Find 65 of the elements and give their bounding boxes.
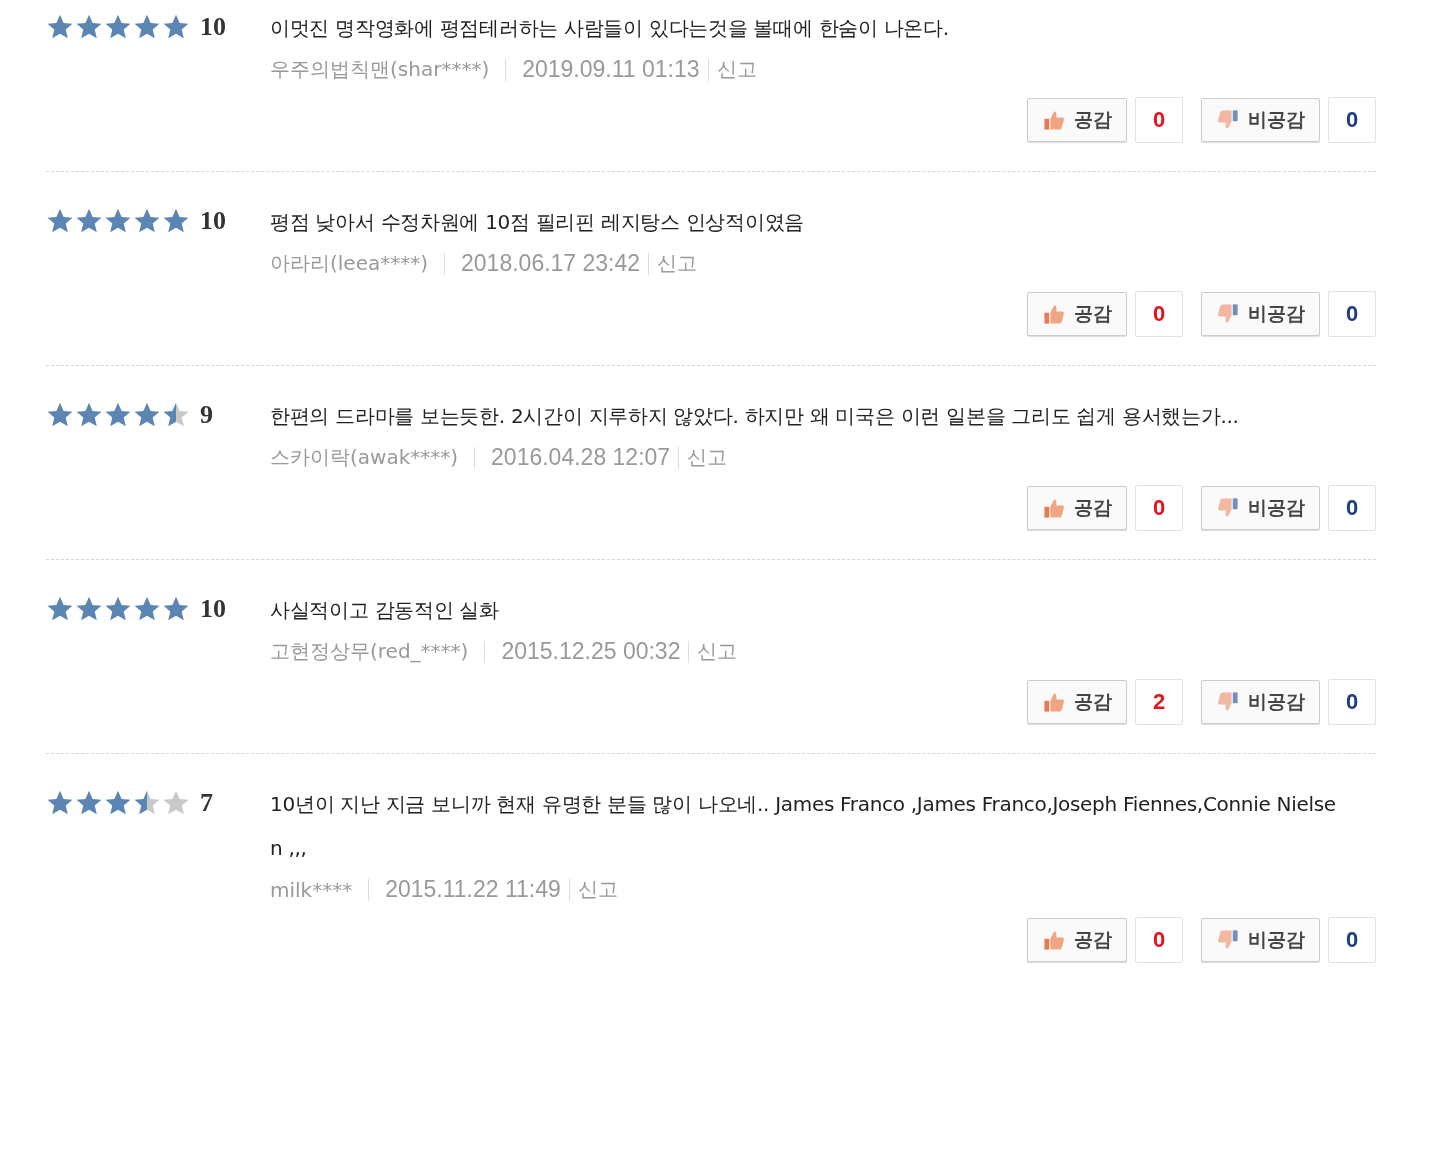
like-count: 0 [1135, 485, 1183, 531]
like-button[interactable]: 공감 [1027, 680, 1127, 724]
like-button[interactable]: 공감 [1027, 98, 1127, 142]
star-icon [162, 789, 190, 817]
dislike-count: 0 [1328, 485, 1376, 531]
dislike-count: 0 [1328, 917, 1376, 963]
review-text: 평점 낮아서 수정차원에 10점 필리핀 레지탕스 인상적이였음 [270, 209, 805, 236]
dislike-button[interactable]: 비공감 [1201, 486, 1320, 530]
rating-score: 10 [200, 206, 226, 236]
author-name: milk**** [270, 877, 353, 902]
star-icon [104, 789, 132, 817]
author-name: 고현정상무(red_****) [270, 638, 469, 665]
dislike-count: 0 [1328, 291, 1376, 337]
star-icon [75, 13, 103, 41]
dislike-button[interactable]: 비공감 [1201, 680, 1320, 724]
like-count: 0 [1135, 917, 1183, 963]
review-date: 2015.12.25 00:32 [501, 638, 681, 665]
star-icon [162, 595, 190, 623]
star-icon [46, 207, 74, 235]
star-icon [104, 13, 132, 41]
dislike-count: 0 [1328, 97, 1376, 143]
like-count: 0 [1135, 291, 1183, 337]
like-button[interactable]: 공감 [1027, 486, 1127, 530]
star-icon [75, 207, 103, 235]
star-icon [75, 789, 103, 817]
like-count: 0 [1135, 97, 1183, 143]
review-date: 2016.04.28 12:07 [491, 444, 671, 471]
review-text: 사실적이고 감동적인 실화 [270, 597, 500, 624]
star-icon [162, 207, 190, 235]
star-icon [46, 595, 74, 623]
star-icon [75, 595, 103, 623]
dislike-button[interactable]: 비공감 [1201, 918, 1320, 962]
dislike-button[interactable]: 비공감 [1201, 98, 1320, 142]
star-icon [133, 595, 161, 623]
star-icon [46, 401, 74, 429]
like-count: 2 [1135, 679, 1183, 725]
like-button[interactable]: 공감 [1027, 918, 1127, 962]
star-icon [162, 13, 190, 41]
review-text: 이멋진 명작영화에 평점테러하는 사람들이 있다는것을 볼때에 한숨이 나온다. [270, 15, 950, 42]
review-date: 2018.06.17 23:42 [461, 250, 641, 277]
dislike-button[interactable]: 비공감 [1201, 292, 1320, 336]
star-icon [75, 401, 103, 429]
review-text: 10년이 지난 지금 보니까 현재 유명한 분들 많이 나오네.. James Franco ,James Franco,Joseph Fiennes,Connie Nielsen ,,, [270, 791, 1337, 862]
rating-score: 10 [200, 594, 226, 624]
rating-score: 7 [200, 788, 213, 818]
rating-score: 9 [200, 400, 213, 430]
star-icon [104, 595, 132, 623]
review-date: 2019.09.11 01:13 [522, 56, 700, 83]
review-date: 2015.11.22 11:49 [385, 876, 561, 903]
star-icon [133, 13, 161, 41]
star-icon [104, 401, 132, 429]
star-icon [133, 401, 161, 429]
star-icon [162, 401, 190, 429]
author-name: 우주의법칙맨(shar****) [270, 56, 490, 83]
star-icon [133, 207, 161, 235]
star-icon [133, 789, 161, 817]
author-name: 스카이락(awak****) [270, 444, 459, 471]
dislike-count: 0 [1328, 679, 1376, 725]
star-icon [46, 13, 74, 41]
author-name: 아라리(leea****) [270, 250, 429, 277]
rating-score: 10 [200, 12, 226, 42]
star-icon [104, 207, 132, 235]
like-button[interactable]: 공감 [1027, 292, 1127, 336]
review-text: 한편의 드라마를 보는듯한. 2시간이 지루하지 않았다. 하지만 왜 미국은 이런 일본을 그리도 쉽게 용서했는가... [270, 403, 1240, 430]
star-icon [46, 789, 74, 817]
